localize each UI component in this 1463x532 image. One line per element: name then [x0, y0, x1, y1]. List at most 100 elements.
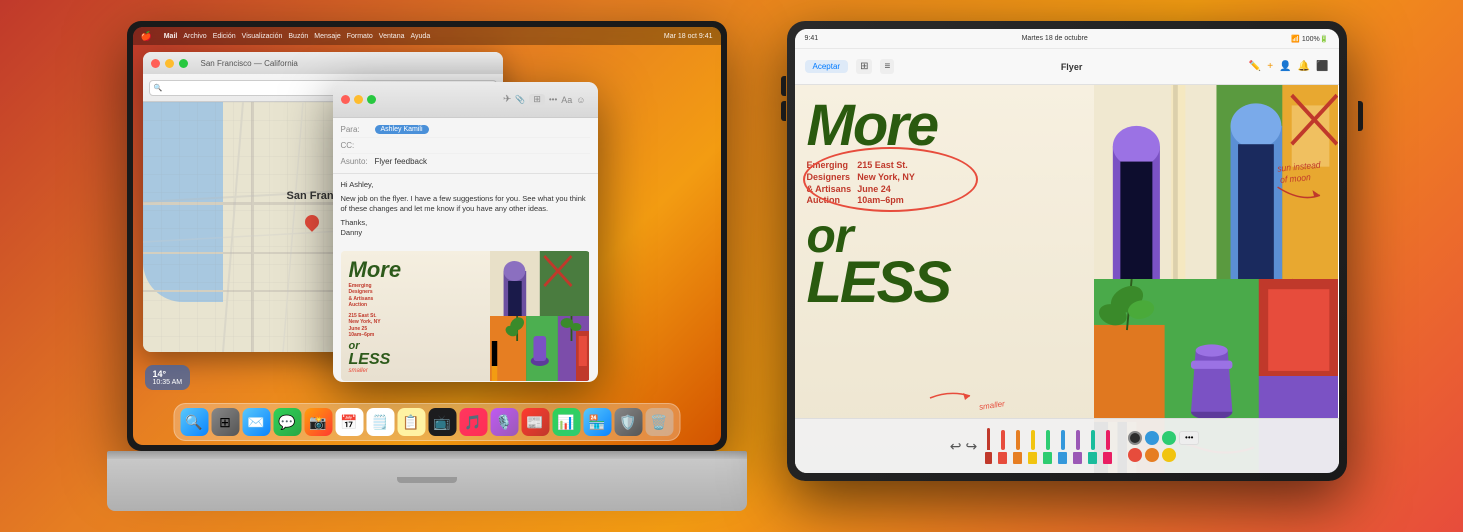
- drawing-tools: [985, 428, 1112, 464]
- subject-value[interactable]: Flyer feedback: [375, 157, 427, 166]
- redo-button[interactable]: ↪: [966, 438, 978, 455]
- map-window-title: San Francisco — California: [201, 59, 298, 68]
- dock-icon-notes[interactable]: 📋: [397, 408, 425, 436]
- ipad-toolbar-title: Flyer: [902, 62, 1241, 72]
- color-row-bottom: [1128, 448, 1199, 462]
- dock-icon-appstore[interactable]: 🏪: [583, 408, 611, 436]
- ipad-toolbar-right-icons: ✏️ + 👤 🔔 ⬛: [1249, 61, 1329, 72]
- pen-tool[interactable]: [985, 428, 992, 464]
- mac-desktop: 🍎 Mail Archivo Edición Visualización Buz…: [133, 27, 721, 445]
- dock-icon-trash[interactable]: 🗑️: [645, 408, 673, 436]
- mail-options-btn[interactable]: •••: [549, 95, 557, 104]
- menu-edicion[interactable]: Edición: [213, 33, 236, 40]
- ipad-time: 9:41: [805, 35, 819, 42]
- menu-ventana[interactable]: Ventana: [379, 33, 405, 40]
- marker-orange[interactable]: [1013, 430, 1022, 464]
- ipad-person-icon[interactable]: 👤: [1279, 61, 1291, 72]
- dock-icon-music[interactable]: 🎵: [459, 408, 487, 436]
- marker-blue[interactable]: [1058, 430, 1067, 464]
- to-chip[interactable]: Ashley Kamili: [375, 125, 429, 134]
- flyer-mini-less: LESS: [349, 352, 482, 368]
- ipad-toolbar: Aceptar ⊞ ≡ Flyer ✏️ + 👤 🔔 ⬛: [795, 49, 1339, 85]
- ipad-grid-view-btn[interactable]: ⊞: [856, 59, 872, 74]
- color-swatch-orange[interactable]: [1145, 448, 1159, 462]
- color-swatch-blue[interactable]: [1145, 431, 1159, 445]
- dock-icon-launchpad[interactable]: ⊞: [211, 408, 239, 436]
- annotation-arrow-smaller: [925, 388, 975, 408]
- ipad-accept-btn[interactable]: Aceptar: [805, 60, 849, 73]
- ipad-less-text: LESS: [807, 258, 1082, 307]
- menu-visualizacion[interactable]: Visualización: [242, 33, 283, 40]
- flyer-mini-annotation: smaller: [349, 368, 482, 374]
- dock-icon-calendar[interactable]: 📅: [335, 408, 363, 436]
- weather-location: 10:35 AM: [153, 379, 183, 386]
- apple-menu-icon[interactable]: 🍎: [141, 31, 152, 42]
- flyer-mini-location: 215 East St.New York, NYJune 2510am–6pm: [349, 313, 381, 339]
- ipad-details-right: 215 East St.New York, NYJune 2410am–6pm: [857, 160, 915, 207]
- undo-button[interactable]: ↩: [950, 438, 962, 455]
- emoji-btn[interactable]: ☺: [576, 95, 585, 105]
- font-btn[interactable]: Aa: [561, 95, 572, 105]
- mail-body-p1: New job on the flyer. I have a few sugge…: [341, 194, 590, 215]
- flyer-mini-left: More EmergingDesigners& ArtisansAuction …: [341, 251, 490, 381]
- dock-icon-news[interactable]: 📰: [521, 408, 549, 436]
- dock-icon-security[interactable]: 🛡️: [614, 408, 642, 436]
- window-min-btn[interactable]: [165, 59, 174, 68]
- menu-mensaje[interactable]: Mensaje: [314, 33, 340, 40]
- dock-icon-finder[interactable]: 🔍: [180, 408, 208, 436]
- ipad-volume-up[interactable]: [781, 76, 786, 96]
- undo-redo-group: ↩ ↪: [950, 438, 977, 455]
- mail-close-btn[interactable]: [341, 95, 350, 104]
- marker-purple[interactable]: [1073, 430, 1082, 464]
- color-swatch-yellow[interactable]: [1162, 448, 1176, 462]
- menu-archivo[interactable]: Archivo: [183, 33, 206, 40]
- ipad-bell-icon[interactable]: 🔔: [1298, 61, 1310, 72]
- menubar-items: Mail Archivo Edición Visualización Buzón…: [164, 33, 431, 40]
- menu-formato[interactable]: Formato: [347, 33, 373, 40]
- ipad-details-left: EmergingDesigners& ArtisansAuction: [807, 160, 852, 207]
- send-icon[interactable]: ✈: [503, 94, 511, 105]
- mail-min-btn[interactable]: [354, 95, 363, 104]
- menu-buzon[interactable]: Buzón: [288, 33, 308, 40]
- color-more-btn[interactable]: •••: [1179, 431, 1199, 445]
- dock-icon-numbers[interactable]: 📊: [552, 408, 580, 436]
- mail-body-content: Hi Ashley,: [341, 180, 590, 191]
- scene: 🍎 Mail Archivo Edición Visualización Buz…: [0, 0, 1463, 532]
- menu-mail[interactable]: Mail: [164, 33, 178, 40]
- macbook-bottom: [107, 459, 747, 511]
- ipad-plus-icon[interactable]: +: [1267, 61, 1273, 72]
- mail-max-btn[interactable]: [367, 95, 376, 104]
- color-swatch-green[interactable]: [1162, 431, 1176, 445]
- dock-icon-reminders[interactable]: 🗒️: [366, 408, 394, 436]
- ipad-power-button[interactable]: [1358, 101, 1363, 131]
- ipad-more-icon[interactable]: ⬛: [1316, 61, 1328, 72]
- ipad-details-block: EmergingDesigners& ArtisansAuction 215 E…: [807, 160, 1082, 207]
- ipad-flyer-left: More EmergingDesigners& ArtisansAuction …: [795, 85, 1094, 473]
- menu-ayuda[interactable]: Ayuda: [410, 33, 430, 40]
- ipad-list-view-btn[interactable]: ≡: [880, 59, 894, 74]
- mac-dock: 🔍 ⊞ ✉️ 💬 📸: [173, 403, 680, 441]
- ipad-volume-down[interactable]: [781, 101, 786, 121]
- marker-red[interactable]: [998, 430, 1007, 464]
- dock-icon-tv[interactable]: 📺: [428, 408, 456, 436]
- color-swatch-black[interactable]: [1128, 431, 1142, 445]
- ipad-flyer: More EmergingDesigners& ArtisansAuction …: [795, 85, 1339, 473]
- marker-pink[interactable]: [1103, 430, 1112, 464]
- mail-compose-window[interactable]: ✈ 📎 ⊞ ••• Aa ☺ Para: Ashley Kam: [333, 82, 598, 382]
- format-btn[interactable]: ⊞: [529, 94, 545, 105]
- window-close-btn[interactable]: [151, 59, 160, 68]
- mail-body-thanks: Thanks,Danny: [341, 218, 590, 239]
- dock-icon-mail[interactable]: ✉️: [242, 408, 270, 436]
- marker-yellow[interactable]: [1028, 430, 1037, 464]
- ipad-pencil-icon[interactable]: ✏️: [1249, 61, 1261, 72]
- color-swatch-red[interactable]: [1128, 448, 1142, 462]
- subject-label: Asunto:: [341, 157, 371, 166]
- dock-icon-photos[interactable]: 📸: [304, 408, 332, 436]
- mail-body-text[interactable]: Hi Ashley, New job on the flyer. I have …: [333, 174, 598, 245]
- marker-teal[interactable]: [1088, 430, 1097, 464]
- dock-icon-messages[interactable]: 💬: [273, 408, 301, 436]
- marker-green[interactable]: [1043, 430, 1052, 464]
- dock-icon-podcasts[interactable]: 🎙️: [490, 408, 518, 436]
- attachment-icon[interactable]: 📎: [515, 95, 525, 104]
- window-max-btn[interactable]: [179, 59, 188, 68]
